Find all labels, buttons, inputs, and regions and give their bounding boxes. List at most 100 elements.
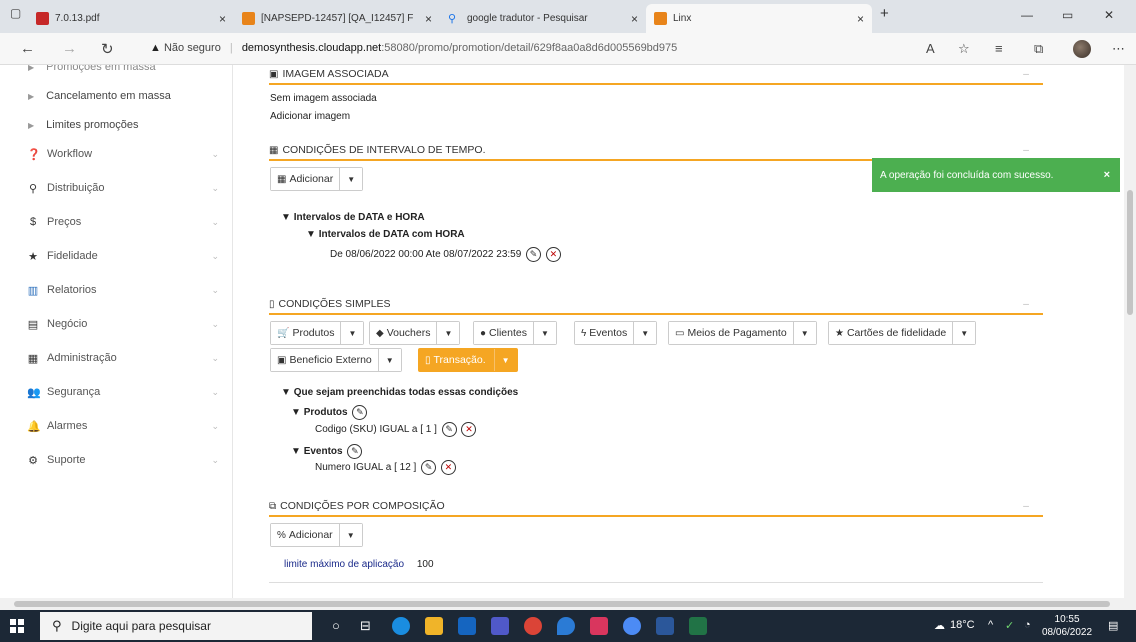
- notifications-icon[interactable]: ▤: [1108, 619, 1118, 632]
- edit-icon[interactable]: ✎: [441, 422, 457, 437]
- sidebar-subitem-limites[interactable]: ▶ Limites promoções: [0, 111, 232, 139]
- close-icon[interactable]: ×: [631, 12, 638, 26]
- restore-button[interactable]: ▭: [1062, 8, 1073, 22]
- produtos-button[interactable]: 🛒 Produtos: [271, 322, 341, 344]
- collapse-icon[interactable]: –: [1023, 500, 1029, 512]
- sidebar-item-negocio[interactable]: ▤ Negócio ⌄: [0, 307, 232, 341]
- edit-icon[interactable]: ✎: [347, 444, 363, 459]
- add-interval-dropdown[interactable]: ▼: [339, 168, 363, 190]
- horizontal-scrollbar[interactable]: [0, 598, 1136, 610]
- clock[interactable]: 10:55 08/06/2022: [1042, 613, 1092, 639]
- tab-actions-icon[interactable]: ▢: [10, 6, 21, 20]
- app-shield-icon[interactable]: [590, 617, 608, 635]
- edge-icon[interactable]: [392, 617, 410, 635]
- favorites-list-icon[interactable]: ≡: [995, 41, 1003, 56]
- vertical-scrollbar[interactable]: [1124, 65, 1136, 598]
- cartoes-fidelidade-button[interactable]: ★ Cartões de fidelidade: [829, 322, 953, 344]
- teams-icon[interactable]: [491, 617, 509, 635]
- close-icon[interactable]: ×: [219, 12, 226, 26]
- collections-icon[interactable]: ⧉: [1034, 41, 1043, 57]
- tree-node-intervalos-hora[interactable]: ▼ Intervalos de DATA com HORA: [306, 229, 465, 240]
- collapse-icon[interactable]: –: [1023, 298, 1029, 310]
- tab-google[interactable]: ⚲ google tradutor - Pesquisar ×: [440, 4, 646, 33]
- scroll-thumb[interactable]: [1127, 190, 1133, 315]
- chevron-right-icon: ▶: [28, 65, 35, 72]
- vouchers-dropdown[interactable]: ▼: [436, 322, 460, 344]
- sidebar-item-fidelidade[interactable]: ★ Fidelidade ⌄: [0, 239, 232, 273]
- word-icon[interactable]: [656, 617, 674, 635]
- chrome-profile-icon[interactable]: [623, 617, 641, 635]
- refresh-icon[interactable]: ↻: [101, 40, 114, 58]
- task-view-icon[interactable]: ⊟: [360, 618, 371, 634]
- outlook-icon[interactable]: [458, 617, 476, 635]
- taskbar-search[interactable]: ⚲ Digite aqui para pesquisar: [40, 612, 312, 640]
- url-field[interactable]: ▲ Não seguro | demosynthesis.cloudapp.ne…: [150, 42, 677, 54]
- avatar[interactable]: [1073, 40, 1091, 58]
- tree-node-intervalos[interactable]: ▼ Intervalos de DATA e HORA: [281, 212, 425, 223]
- app-drop-icon[interactable]: [557, 617, 575, 635]
- cartoes-fidelidade-dropdown[interactable]: ▼: [952, 322, 976, 344]
- network-icon[interactable]: ◔: [1024, 619, 1031, 631]
- collapse-icon[interactable]: –: [1023, 68, 1029, 80]
- sidebar-subitem-cancelamento[interactable]: ▶ Cancelamento em massa: [0, 82, 232, 110]
- chrome-icon[interactable]: [524, 617, 542, 635]
- close-window-button[interactable]: ✕: [1104, 8, 1114, 22]
- clientes-button[interactable]: ● Clientes: [474, 322, 533, 344]
- excel-icon[interactable]: [689, 617, 707, 635]
- sidebar-item-suporte[interactable]: ⚙ Suporte ⌄: [0, 443, 232, 477]
- new-tab-button[interactable]: +: [880, 5, 889, 22]
- produtos-dropdown[interactable]: ▼: [340, 322, 364, 344]
- clientes-dropdown[interactable]: ▼: [532, 322, 556, 344]
- scroll-thumb[interactable]: [14, 601, 1110, 607]
- read-aloud-icon[interactable]: A: [926, 41, 935, 56]
- tree-node-produtos[interactable]: ▼ Produtos ✎: [291, 405, 368, 420]
- transacao-button[interactable]: ▯ Transação.: [419, 349, 494, 371]
- sidebar-item-alarmes[interactable]: 🔔 Alarmes ⌄: [0, 409, 232, 443]
- transacao-dropdown[interactable]: ▼: [493, 349, 517, 371]
- eventos-button[interactable]: ϟ Eventos: [575, 322, 634, 344]
- beneficio-externo-dropdown[interactable]: ▼: [377, 349, 401, 371]
- tab-pdf[interactable]: 7.0.13.pdf ×: [28, 4, 234, 33]
- forward-icon[interactable]: →: [62, 40, 77, 57]
- add-interval-button[interactable]: ▦ Adicionar: [271, 168, 340, 190]
- close-icon[interactable]: ×: [857, 12, 864, 26]
- edit-icon[interactable]: ✎: [421, 460, 437, 475]
- delete-icon[interactable]: ✕: [461, 422, 477, 437]
- tab-jira[interactable]: [NAPSEPD-12457] [QA_I12457] F ×: [234, 4, 440, 33]
- sidebar-item-precos[interactable]: $ Preços ⌄: [0, 205, 232, 239]
- sidebar-subitem-partial[interactable]: ▶ Promoções em massa: [0, 65, 232, 81]
- favorite-icon[interactable]: ☆: [958, 41, 970, 57]
- edit-icon[interactable]: ✎: [526, 247, 542, 262]
- tree-node-eventos[interactable]: ▼ Eventos ✎: [291, 444, 363, 459]
- sidebar-item-distribuicao[interactable]: ⚲ Distribuição ⌄: [0, 171, 232, 205]
- cortana-icon[interactable]: ○: [332, 618, 340, 633]
- file-explorer-icon[interactable]: [425, 617, 443, 635]
- edit-icon[interactable]: ✎: [352, 405, 368, 420]
- more-icon[interactable]: ⋯: [1112, 41, 1125, 57]
- sidebar-item-administracao[interactable]: ▦ Administração ⌄: [0, 341, 232, 375]
- delete-icon[interactable]: ✕: [440, 460, 456, 475]
- eventos-dropdown[interactable]: ▼: [633, 322, 657, 344]
- tab-linx[interactable]: Linx ×: [646, 4, 872, 33]
- sidebar-item-relatorios[interactable]: ▥ Relatorios ⌄: [0, 273, 232, 307]
- tree-node-conditions-root[interactable]: ▼ Que sejam preenchidas todas essas cond…: [281, 387, 518, 398]
- delete-icon[interactable]: ✕: [545, 247, 561, 262]
- sidebar-item-workflow[interactable]: ❓ Workflow ⌄: [0, 137, 232, 171]
- beneficio-externo-button[interactable]: ▣ Beneficio Externo: [271, 349, 378, 371]
- sidebar-item-seguranca[interactable]: 👥 Segurança ⌄: [0, 375, 232, 409]
- meios-pagamento-dropdown[interactable]: ▼: [792, 322, 816, 344]
- add-composition-dropdown[interactable]: ▼: [338, 524, 362, 546]
- back-icon[interactable]: ←: [20, 40, 35, 57]
- meios-pagamento-button[interactable]: ▭ Meios de Pagamento: [669, 322, 793, 344]
- temperature[interactable]: 18°C: [950, 619, 975, 631]
- defender-icon[interactable]: ✓: [1005, 619, 1014, 632]
- collapse-icon[interactable]: –: [1023, 144, 1029, 156]
- close-icon[interactable]: ×: [425, 12, 432, 26]
- tray-chevron-icon[interactable]: ^: [988, 619, 993, 631]
- add-image-link[interactable]: Adicionar imagem: [270, 111, 350, 122]
- vouchers-button[interactable]: ◆ Vouchers: [370, 322, 437, 344]
- toast-close-button[interactable]: ×: [1104, 169, 1110, 181]
- add-composition-button[interactable]: % Adicionar: [271, 524, 339, 546]
- minimize-button[interactable]: —: [1021, 8, 1033, 22]
- windows-start-icon[interactable]: [10, 619, 24, 633]
